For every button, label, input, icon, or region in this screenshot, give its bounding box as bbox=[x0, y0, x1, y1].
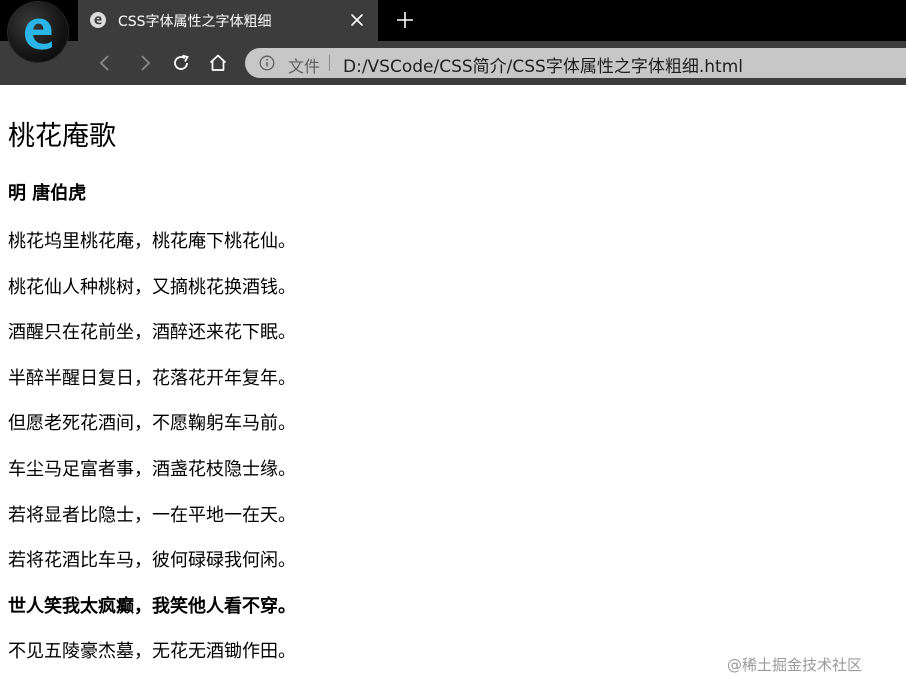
poem-author: 明 唐伯虎 bbox=[8, 183, 87, 204]
file-protocol-label: 文件 bbox=[288, 57, 321, 76]
poem-title: 桃花庵歌 bbox=[8, 121, 116, 152]
address-divider bbox=[329, 55, 330, 71]
info-icon[interactable] bbox=[259, 55, 275, 71]
back-icon[interactable] bbox=[95, 53, 115, 73]
watermark: @稀土掘金技术社区 bbox=[727, 656, 863, 674]
close-icon[interactable] bbox=[350, 13, 364, 27]
browser-logo-icon bbox=[8, 2, 68, 62]
poem-line: 若将显者比隐士，一在平地一在天。 bbox=[8, 504, 296, 526]
edge-logo-icon bbox=[25, 18, 52, 50]
tab-active[interactable]: CSS字体属性之字体粗细 bbox=[78, 0, 378, 41]
poem-line: 桃花仙人种桃树，又摘桃花换酒钱。 bbox=[8, 276, 296, 298]
forward-icon[interactable] bbox=[135, 53, 155, 73]
url-text[interactable]: D:/VSCode/CSS简介/CSS字体属性之字体粗细.html bbox=[343, 52, 743, 77]
poem-line: 车尘马足富者事，酒盏花枝隐士缘。 bbox=[8, 458, 296, 480]
poem-line: 但愿老死花酒间，不愿鞠躬车马前。 bbox=[8, 413, 296, 435]
plus-icon[interactable] bbox=[395, 10, 415, 30]
poem-line: 不见五陵豪杰墓，无花无酒锄作田。 bbox=[8, 641, 296, 663]
edge-favicon-icon bbox=[90, 12, 106, 28]
address-bar[interactable]: 文件 D:/VSCode/CSS简介/CSS字体属性之字体粗细.html bbox=[245, 48, 906, 78]
poem-line: 桃花坞里桃花庵，桃花庵下桃花仙。 bbox=[8, 231, 296, 252]
poem-body: 桃花坞里桃花庵，桃花庵下桃花仙。 桃花仙人种桃树，又摘桃花换酒钱。 酒醒只在花前… bbox=[8, 230, 296, 686]
poem-line: 半醉半醒日复日，花落花开年复年。 bbox=[8, 367, 296, 389]
refresh-icon[interactable] bbox=[171, 53, 191, 73]
poem-line-bold: 世人笑我太疯癫，我笑他人看不穿。 bbox=[8, 595, 296, 617]
tab-strip: CSS字体属性之字体粗细 bbox=[0, 0, 906, 41]
home-icon[interactable] bbox=[208, 53, 228, 73]
tab-title: CSS字体属性之字体粗细 bbox=[118, 14, 272, 30]
poem-line: 酒醒只在花前坐，酒醉还来花下眠。 bbox=[8, 322, 296, 344]
poem-line: 若将花酒比车马，彼何碌碌我何闲。 bbox=[8, 550, 296, 572]
browser-toolbar: 文件 D:/VSCode/CSS简介/CSS字体属性之字体粗细.html bbox=[0, 41, 906, 85]
